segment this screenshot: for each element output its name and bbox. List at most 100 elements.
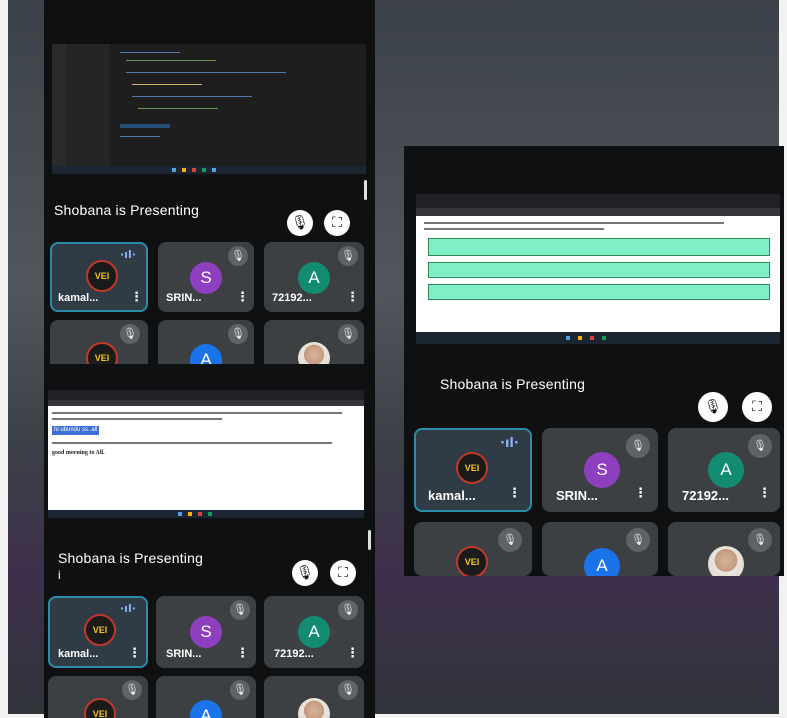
participant-name: kamal... xyxy=(428,488,476,503)
mic-off-icon: 🎙 xyxy=(338,600,358,620)
avatar: VEI xyxy=(84,614,116,646)
more-options-icon[interactable]: ⋮ xyxy=(128,646,141,661)
avatar: A xyxy=(584,548,620,576)
mic-off-icon: 🎙 xyxy=(748,434,772,458)
editor-code-area xyxy=(110,44,366,164)
more-options-icon[interactable]: ⋮ xyxy=(236,646,249,661)
more-options-icon[interactable]: ⋮ xyxy=(758,486,771,501)
presenting-label-suffix: i xyxy=(58,568,61,582)
frame-border-left xyxy=(0,0,8,718)
participant-tile[interactable]: 🎙 S SRIN... ⋮ xyxy=(156,596,256,668)
note-box xyxy=(428,284,770,300)
participant-tile[interactable]: 🎙 A xyxy=(158,320,254,370)
more-options-icon[interactable]: ⋮ xyxy=(130,290,143,305)
mic-off-icon: 🎙 xyxy=(230,600,250,620)
windows-taskbar xyxy=(52,166,366,174)
more-options-icon[interactable]: ⋮ xyxy=(236,290,249,305)
avatar: VEI xyxy=(84,698,116,718)
more-options-icon[interactable]: ⋮ xyxy=(508,486,521,501)
participant-tile[interactable]: 🎙 VEI xyxy=(48,676,148,718)
note-box xyxy=(428,238,770,256)
avatar: VEI xyxy=(456,452,488,484)
presenting-label: Shobana is Presenting xyxy=(440,376,586,392)
mic-off-icon: 🎙 xyxy=(498,528,522,552)
participant-name: 72192... xyxy=(274,648,314,660)
speaking-indicator-icon: ·ıl· xyxy=(120,248,136,261)
participant-name: SRIN... xyxy=(556,488,598,503)
participant-tile[interactable]: 🎙 VEI xyxy=(50,320,148,370)
mic-off-icon[interactable]: 🎙 xyxy=(292,560,318,586)
avatar: S xyxy=(584,452,620,488)
participant-tile[interactable]: 🎙 xyxy=(264,676,364,718)
mic-off-icon: 🎙 xyxy=(626,528,650,552)
participant-tile[interactable]: ·ıl· VEI kamal... ⋮ xyxy=(48,596,148,668)
more-options-icon[interactable]: ⋮ xyxy=(634,486,647,501)
fullscreen-icon[interactable]: ⛶ xyxy=(330,560,356,586)
participant-tile[interactable]: 🎙 VEI xyxy=(414,522,532,576)
browser-tabs xyxy=(48,390,364,400)
more-options-icon[interactable]: ⋮ xyxy=(346,290,359,305)
participant-name: kamal... xyxy=(58,292,99,304)
shared-screen-browser xyxy=(416,194,780,344)
participant-tile[interactable]: 🎙 xyxy=(668,522,780,576)
avatar xyxy=(298,698,330,718)
scrollbar[interactable] xyxy=(368,530,371,550)
participant-tile[interactable]: 🎙 A 72192... ⋮ xyxy=(668,428,780,512)
participant-tile[interactable]: 🎙 S SRIN... ⋮ xyxy=(542,428,658,512)
mic-off-icon[interactable]: 🎙 xyxy=(698,392,728,422)
avatar: A xyxy=(708,452,744,488)
more-options-icon[interactable]: ⋮ xyxy=(346,646,359,661)
participant-name: 72192... xyxy=(272,292,312,304)
windows-taskbar xyxy=(48,510,364,518)
avatar: A xyxy=(298,616,330,648)
presenting-label: Shobana is Presenting xyxy=(58,550,204,566)
browser-tabs xyxy=(416,194,780,208)
speaking-indicator-icon: ·ıl· xyxy=(120,602,136,615)
fullscreen-icon[interactable]: ⛶ xyxy=(324,210,350,236)
mic-off-icon: 🎙 xyxy=(120,324,140,344)
mic-off-icon: 🎙 xyxy=(122,680,142,700)
mic-off-icon: 🎙 xyxy=(228,246,248,266)
participant-tile[interactable]: 🎙 A xyxy=(156,676,256,718)
mic-off-icon: 🎙 xyxy=(338,246,358,266)
mic-off-icon: 🎙 xyxy=(748,528,772,552)
note-box xyxy=(428,262,770,278)
participant-tile[interactable]: 🎙 A xyxy=(542,522,658,576)
meeting-card-1: Shobana is Presenting 🎙 ⛶ ·ıl· VEI kamal… xyxy=(44,0,375,370)
presenting-label: Shobana is Presenting xyxy=(54,202,200,218)
fullscreen-icon[interactable]: ⛶ xyxy=(742,392,772,422)
mic-off-icon[interactable]: 🎙 xyxy=(287,210,313,236)
mic-off-icon: 🎙 xyxy=(230,680,250,700)
avatar: S xyxy=(190,616,222,648)
participant-tile[interactable]: ·ıl· VEI kamal... ⋮ xyxy=(50,242,148,312)
windows-taskbar xyxy=(416,332,780,344)
speaking-indicator-icon: ·ıl· xyxy=(500,436,519,451)
avatar: VEI xyxy=(86,260,118,292)
participant-tile[interactable]: 🎙 S SRIN... ⋮ xyxy=(158,242,254,312)
avatar xyxy=(708,546,744,576)
scrollbar[interactable] xyxy=(364,180,367,200)
shared-screen-document: hi ubundu ss..all good morning to All. xyxy=(48,390,364,518)
editor-activity-bar xyxy=(52,44,66,174)
participant-name: SRIN... xyxy=(166,292,202,304)
participant-tile[interactable]: 🎙 A 72192... ⋮ xyxy=(264,242,364,312)
participant-tile[interactable]: 🎙 A 72192... ⋮ xyxy=(264,596,364,668)
mic-off-icon: 🎙 xyxy=(338,680,358,700)
avatar: A xyxy=(190,700,222,718)
editor-file-tree xyxy=(66,44,110,174)
shared-screen-code-editor xyxy=(52,44,366,174)
meeting-card-3: hi ubundu ss..all good morning to All. S… xyxy=(44,364,375,718)
participant-tile[interactable]: ·ıl· VEI kamal... ⋮ xyxy=(414,428,532,512)
meeting-card-2: Shobana is Presenting 🎙 ⛶ ·ıl· VEI kamal… xyxy=(404,146,784,576)
highlighted-text: hi ubundu ss..all xyxy=(52,426,100,435)
mic-off-icon: 🎙 xyxy=(228,324,248,344)
avatar: VEI xyxy=(456,546,488,576)
participant-tile[interactable]: 🎙 xyxy=(264,320,364,370)
participant-name: SRIN... xyxy=(166,648,202,660)
browser-toolbar xyxy=(416,208,780,216)
document-body-text: good morning to All. xyxy=(52,450,105,456)
browser-toolbar xyxy=(48,400,364,406)
participant-name: 72192... xyxy=(682,488,729,503)
avatar: A xyxy=(298,262,330,294)
avatar: S xyxy=(190,262,222,294)
